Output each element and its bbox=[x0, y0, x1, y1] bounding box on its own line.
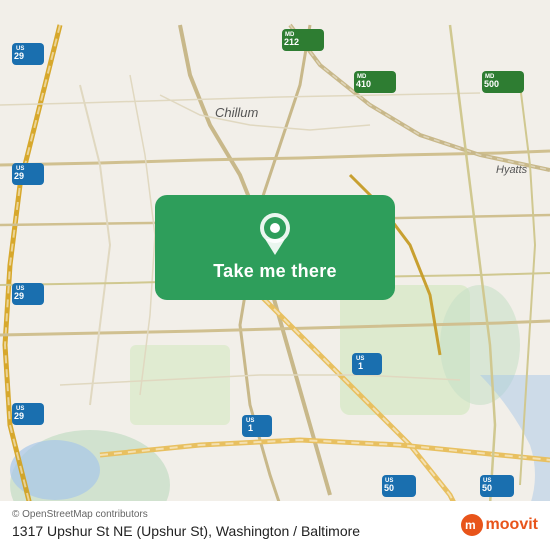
svg-text:29: 29 bbox=[14, 51, 24, 61]
svg-text:m: m bbox=[465, 518, 476, 532]
info-bar: © OpenStreetMap contributors 1317 Upshur… bbox=[0, 501, 550, 550]
map-container: US 29 US 29 US 29 US 29 MD 212 MD 410 MD… bbox=[0, 0, 550, 550]
take-me-there-label: Take me there bbox=[213, 261, 337, 282]
svg-text:212: 212 bbox=[284, 37, 299, 47]
moovit-logo: m moovit bbox=[461, 514, 538, 536]
svg-text:29: 29 bbox=[14, 291, 24, 301]
svg-text:29: 29 bbox=[14, 171, 24, 181]
location-pin-icon bbox=[257, 213, 293, 255]
svg-text:50: 50 bbox=[384, 483, 394, 493]
svg-text:1: 1 bbox=[248, 423, 253, 433]
address-label: 1317 Upshur St NE (Upshur St), Washingto… bbox=[12, 522, 360, 540]
svg-text:29: 29 bbox=[14, 411, 24, 421]
svg-text:410: 410 bbox=[356, 79, 371, 89]
svg-text:Hyatts: Hyatts bbox=[496, 164, 528, 176]
svg-text:50: 50 bbox=[482, 483, 492, 493]
moovit-brand-text: moovit bbox=[486, 516, 538, 534]
moovit-m-icon: m bbox=[461, 514, 483, 536]
take-me-there-button[interactable]: Take me there bbox=[155, 195, 395, 300]
svg-text:1: 1 bbox=[358, 361, 363, 371]
svg-text:Chillum: Chillum bbox=[215, 105, 259, 120]
svg-text:500: 500 bbox=[484, 79, 499, 89]
map-attribution: © OpenStreetMap contributors bbox=[12, 509, 538, 520]
